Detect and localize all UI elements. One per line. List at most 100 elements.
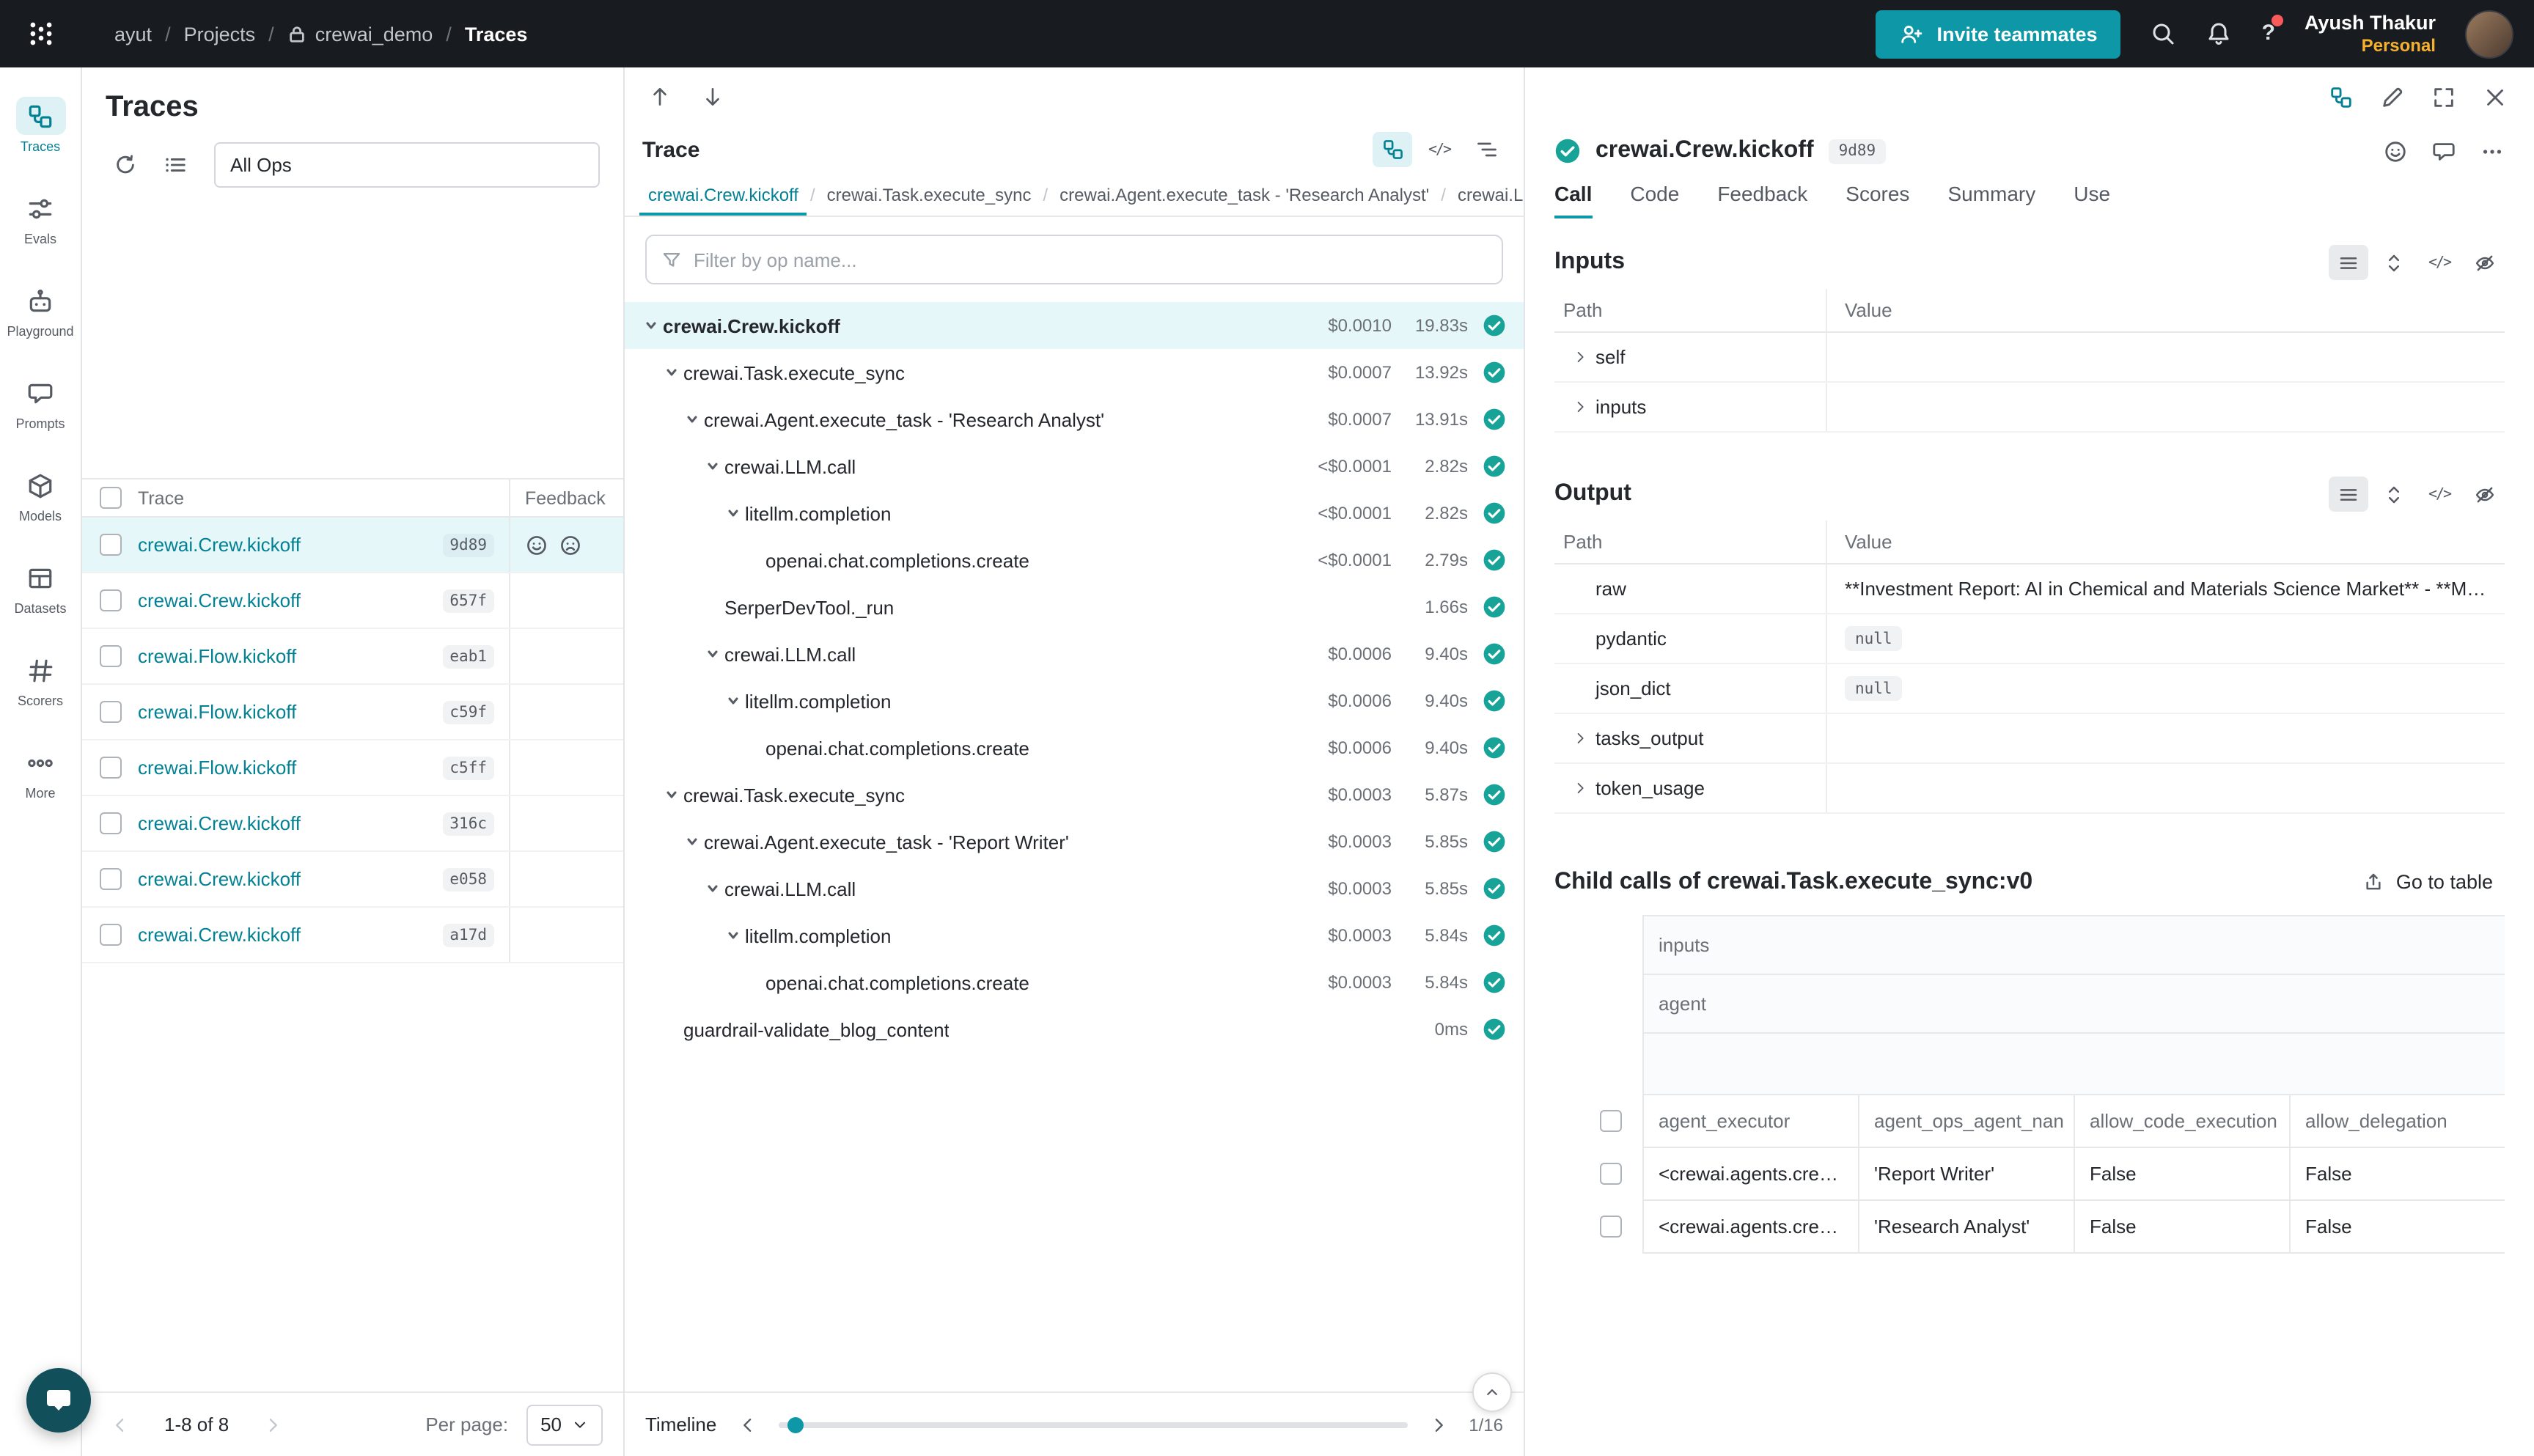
refresh-button[interactable] [106,146,144,184]
trace-tree-row[interactable]: openai.chat.completions.create <$0.0001 … [625,537,1524,584]
table-row[interactable]: <crewai.agents.cre… 'Research Analyst' F… [1644,1201,2505,1254]
code-view-button[interactable]: </> [1420,132,1459,167]
column-settings-button[interactable] [155,146,194,184]
select-all-checkbox[interactable] [99,487,121,509]
hide-values-button[interactable] [2465,477,2505,512]
chevron-right-icon[interactable] [1563,399,1595,415]
timeline-prev-button[interactable] [731,1408,763,1441]
chevron-down-icon[interactable] [680,412,704,427]
row-checkbox[interactable] [99,701,121,723]
row-checkbox[interactable] [99,645,121,667]
chevron-down-icon[interactable] [680,834,704,849]
go-to-table-button[interactable]: Go to table [2351,864,2505,900]
trace-tree-row[interactable]: crewai.LLM.call $0.0006 9.40s [625,630,1524,677]
trace-tree-row[interactable]: crewai.Agent.execute_task - 'Report Writ… [625,818,1524,865]
tab-code[interactable]: Code [1630,182,1679,218]
sidebar-item-traces[interactable]: Traces [0,79,81,172]
row-checkbox[interactable] [99,812,121,834]
tab-crew-kickoff[interactable]: crewai.Crew.kickoff [639,173,807,216]
call-id-badge[interactable]: 9d89 [1829,139,1887,163]
help-icon[interactable]: ? [2262,21,2275,47]
down-arrow-button[interactable] [701,85,724,109]
row-checkbox[interactable] [99,534,121,556]
chevron-down-icon[interactable] [721,694,745,708]
row-checkbox[interactable] [99,589,121,611]
tab-scores[interactable]: Scores [1846,182,1909,218]
ops-filter-dropdown[interactable]: All Ops [214,142,600,188]
chevron-down-icon[interactable] [701,881,724,896]
trace-tree-row[interactable]: litellm.completion $0.0006 9.40s [625,677,1524,724]
tab-use[interactable]: Use [2074,182,2110,218]
collapse-timeline-button[interactable] [1472,1372,1512,1412]
trace-name-link[interactable]: crewai.Crew.kickoff [138,589,301,611]
output-row-tasks-output[interactable]: tasks_output [1554,714,2505,764]
fullscreen-button[interactable] [2431,84,2456,109]
output-row-pydantic[interactable]: pydantic null [1554,614,2505,664]
table-row[interactable]: crewai.Crew.kickoff e058 [82,852,623,908]
expand-rows-button[interactable] [2374,245,2414,280]
rows-view-button[interactable] [2329,245,2368,280]
trace-name-link[interactable]: crewai.Crew.kickoff [138,924,301,946]
sidebar-item-datasets[interactable]: Datasets [0,541,81,633]
tree-view-button[interactable] [1373,132,1412,167]
chevron-down-icon[interactable] [721,506,745,521]
tab-llm-call[interactable]: crewai.LLM.cal [1449,173,1524,216]
table-row[interactable]: <crewai.agents.cre… 'Report Writer' Fals… [1644,1148,2505,1201]
chevron-down-icon[interactable] [721,928,745,943]
row-checkbox[interactable] [99,757,121,779]
timeline-slider[interactable] [778,1422,1407,1427]
sidebar-item-playground[interactable]: Playground [0,264,81,356]
chat-support-button[interactable] [26,1368,91,1433]
invite-teammates-button[interactable]: Invite teammates [1875,10,2120,58]
input-row-inputs[interactable]: inputs [1554,383,2505,433]
trace-name-link[interactable]: crewai.Flow.kickoff [138,701,296,723]
chevron-right-icon[interactable] [1563,349,1595,365]
output-row-json-dict[interactable]: json_dict null [1554,664,2505,714]
output-row-token-usage[interactable]: token_usage [1554,764,2505,814]
overflow-menu-icon[interactable] [2480,139,2505,163]
negative-feedback-icon[interactable] [559,533,582,556]
trace-tree-row[interactable]: crewai.LLM.call $0.0003 5.85s [625,865,1524,912]
table-row[interactable]: crewai.Flow.kickoff eab1 [82,629,623,685]
trace-tree-row[interactable]: litellm.completion <$0.0001 2.82s [625,490,1524,537]
trace-tree-row[interactable]: SerperDevTool._run 1.66s [625,584,1524,630]
table-row[interactable]: crewai.Crew.kickoff 657f [82,573,623,629]
row-checkbox[interactable] [1599,1162,1621,1184]
output-row-raw[interactable]: raw **Investment Report: AI in Chemical … [1554,565,2505,614]
trace-tree-row[interactable]: crewai.Task.execute_sync $0.0007 13.92s [625,349,1524,396]
expand-rows-button[interactable] [2374,477,2414,512]
table-row[interactable]: crewai.Crew.kickoff 9d89 [82,518,623,573]
trace-name-link[interactable]: crewai.Crew.kickoff [138,534,301,556]
trace-name-link[interactable]: crewai.Flow.kickoff [138,757,296,779]
table-row[interactable]: crewai.Flow.kickoff c59f [82,685,623,740]
trace-tree-row[interactable]: crewai.Agent.execute_task - 'Research An… [625,396,1524,443]
trace-tree-row[interactable]: guardrail-validate_blog_content 0ms [625,1006,1524,1053]
table-row[interactable]: crewai.Flow.kickoff c5ff [82,740,623,796]
notifications-bell-icon[interactable] [2206,21,2233,47]
chevron-down-icon[interactable] [701,647,724,661]
sidebar-item-scorers[interactable]: Scorers [0,633,81,726]
table-row[interactable]: crewai.Crew.kickoff 316c [82,796,623,852]
open-in-tree-button[interactable] [2329,84,2354,109]
chevron-right-icon[interactable] [1563,780,1595,796]
tab-summary[interactable]: Summary [1947,182,2035,218]
search-icon[interactable] [2151,21,2177,47]
tab-feedback[interactable]: Feedback [1717,182,1807,218]
breadcrumb-projects[interactable]: Projects [184,23,256,45]
close-panel-button[interactable] [2483,84,2508,109]
input-row-self[interactable]: self [1554,333,2505,383]
comment-icon[interactable] [2431,139,2456,163]
sidebar-item-evals[interactable]: Evals [0,172,81,264]
wandb-logo-icon[interactable] [15,7,67,60]
hide-values-button[interactable] [2465,245,2505,280]
trace-tree-row[interactable]: litellm.completion $0.0003 5.84s [625,912,1524,959]
op-name-filter-input[interactable] [694,249,1487,271]
positive-feedback-icon[interactable] [525,533,548,556]
edit-button[interactable] [2380,84,2405,109]
tab-agent-execute-task[interactable]: crewai.Agent.execute_task - 'Research An… [1051,173,1438,216]
chevron-right-icon[interactable] [1563,730,1595,746]
sidebar-item-prompts[interactable]: Prompts [0,356,81,449]
breadcrumb-project[interactable]: crewai_demo [287,23,433,45]
trace-name-link[interactable]: crewai.Crew.kickoff [138,868,301,890]
timeline-next-button[interactable] [1422,1408,1454,1441]
